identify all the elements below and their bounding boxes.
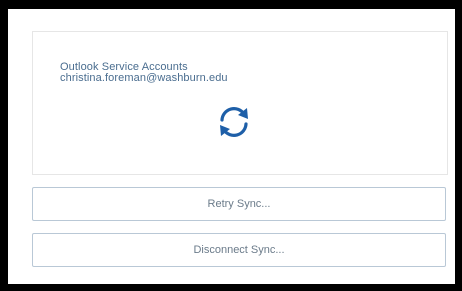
retry-sync-button[interactable]: Retry Sync... — [32, 187, 446, 221]
disconnect-sync-button[interactable]: Disconnect Sync... — [32, 233, 446, 267]
sync-icon — [220, 107, 248, 137]
account-email: christina.foreman@washburn.edu — [60, 72, 228, 84]
sync-panel: Outlook Service Accounts christina.forem… — [8, 9, 455, 284]
account-card: Outlook Service Accounts christina.forem… — [32, 31, 448, 175]
account-info: Outlook Service Accounts christina.forem… — [60, 62, 228, 84]
